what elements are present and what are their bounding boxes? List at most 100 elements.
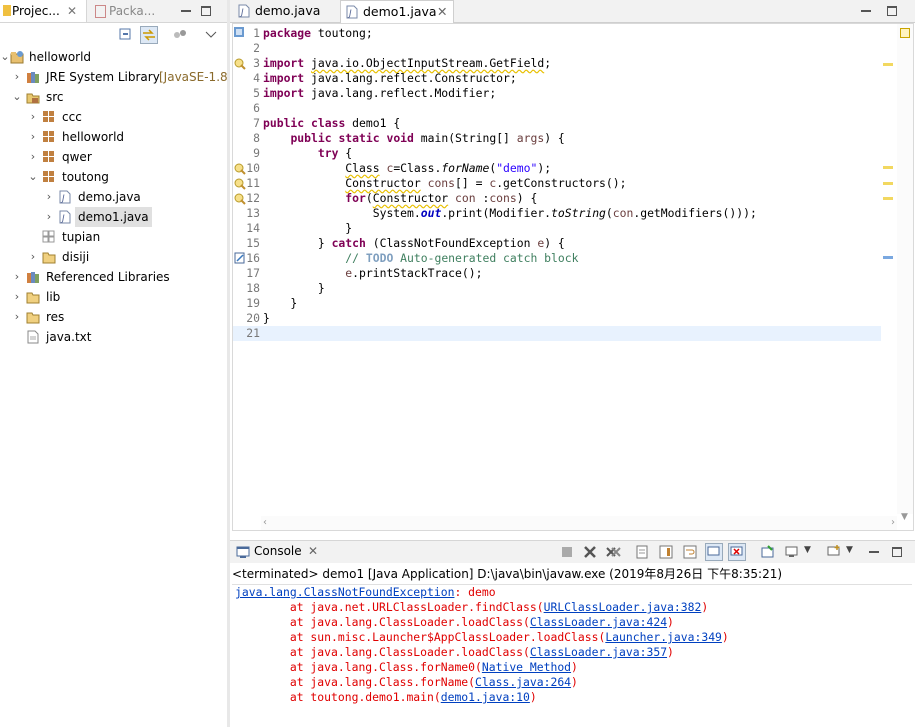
remove-launch-icon[interactable]	[582, 544, 598, 560]
collapse-all-icon[interactable]	[118, 27, 134, 43]
code-line[interactable]: 21	[233, 326, 881, 341]
code-editor[interactable]: 1 package toutong; 2 3 import java.io.Object…	[232, 23, 914, 531]
chevron-right-icon[interactable]: ›	[28, 147, 38, 167]
scroll-lock-icon[interactable]	[658, 544, 674, 560]
tree-item-ccc[interactable]: › ccc	[0, 107, 227, 127]
code-line[interactable]: 15 } catch (ClassNotFoundException e) {	[233, 236, 881, 251]
scroll-down-icon[interactable]: ▼	[901, 512, 908, 522]
tree-item-qwer[interactable]: › qwer	[0, 147, 227, 167]
focus-icon[interactable]	[172, 27, 188, 43]
code-line[interactable]: 5 import java.lang.reflect.Modifier;	[233, 86, 881, 101]
chevron-right-icon[interactable]: ›	[12, 267, 22, 287]
dropdown-arrow-icon[interactable]: ▼	[846, 545, 853, 555]
tab-demo-java[interactable]: J demo.java	[232, 0, 336, 22]
tab-project-explorer[interactable]: Projec... ✕	[0, 0, 87, 22]
stack-trace-link[interactable]: ClassLoader.java:424	[530, 615, 667, 629]
overview-warning-mark[interactable]	[883, 63, 893, 66]
tree-item-helloworld-project[interactable]: ⌄ helloworld	[0, 47, 227, 67]
maximize-icon[interactable]	[887, 6, 897, 16]
close-icon[interactable]: ✕	[437, 1, 447, 23]
console-line[interactable]: at java.lang.Class.forName0(Native Metho…	[235, 660, 578, 675]
tab-package-explorer[interactable]: Packa...	[92, 0, 162, 22]
code-line[interactable]: 12 for(Constructor con :cons) {	[233, 191, 881, 206]
code-line[interactable]: 3 import java.io.ObjectInputStream.GetFie…	[233, 56, 881, 71]
show-console-on-error-icon[interactable]	[728, 543, 746, 561]
scroll-left-icon[interactable]: ‹	[263, 517, 267, 528]
stack-trace-link[interactable]: java.lang.ClassNotFoundException	[235, 585, 454, 599]
tree-item-toutong[interactable]: ⌄ toutong	[0, 167, 227, 187]
tab-demo1-java[interactable]: J demo1.java ✕	[340, 0, 454, 23]
tree-item-res[interactable]: › res	[0, 307, 227, 327]
chevron-right-icon[interactable]: ›	[28, 127, 38, 147]
stack-trace-link[interactable]: ClassLoader.java:357	[530, 645, 667, 659]
minimize-icon[interactable]	[861, 6, 871, 16]
tree-item-disiji[interactable]: › disiji	[0, 247, 227, 267]
tree-item-referenced-libraries[interactable]: › Referenced Libraries	[0, 267, 227, 287]
console-line[interactable]: at java.lang.Class.forName(Class.java:26…	[235, 675, 578, 690]
code-line[interactable]: 14 }	[233, 221, 881, 236]
stack-trace-link[interactable]: demo1.java:10	[441, 690, 530, 704]
code-area[interactable]: 1 package toutong; 2 3 import java.io.Object…	[233, 26, 883, 346]
minimize-icon[interactable]	[869, 547, 879, 557]
overview-warning-mark[interactable]	[883, 166, 893, 169]
tree-item-demo1-java[interactable]: › J demo1.java	[0, 207, 227, 227]
tree-item-tupian[interactable]: tupian	[0, 227, 227, 247]
tree-item-helloworld-package[interactable]: › helloworld	[0, 127, 227, 147]
code-line[interactable]: 16 // TODO Auto-generated catch block	[233, 251, 881, 266]
vertical-scrollbar[interactable]: ▼	[897, 24, 913, 522]
display-console-icon[interactable]	[784, 544, 800, 560]
console-line[interactable]: at sun.misc.Launcher$AppClassLoader.load…	[235, 630, 729, 645]
tree-item-lib[interactable]: › lib	[0, 287, 227, 307]
tree-item-demo-java[interactable]: › J demo.java	[0, 187, 227, 207]
chevron-down-icon[interactable]: ⌄	[12, 87, 22, 107]
dropdown-arrow-icon[interactable]: ▼	[804, 545, 811, 555]
view-menu-icon[interactable]	[203, 27, 219, 43]
pane-divider[interactable]	[227, 0, 230, 727]
console-line[interactable]: at java.lang.ClassLoader.loadClass(Class…	[235, 615, 674, 630]
stack-trace-link[interactable]: Launcher.java:349	[605, 630, 722, 644]
code-line[interactable]: 18 }	[233, 281, 881, 296]
code-line[interactable]: 20}	[233, 311, 881, 326]
console-line[interactable]: java.lang.ClassNotFoundException: demo	[235, 585, 496, 600]
chevron-right-icon[interactable]: ›	[44, 207, 54, 227]
horizontal-scrollbar[interactable]: ‹ ›	[261, 516, 897, 530]
tree-item-src[interactable]: ⌄ src	[0, 87, 227, 107]
chevron-right-icon[interactable]: ›	[12, 287, 22, 307]
code-line[interactable]: 2	[233, 41, 881, 56]
chevron-down-icon[interactable]: ⌄	[28, 167, 38, 187]
maximize-icon[interactable]	[892, 547, 902, 557]
chevron-right-icon[interactable]: ›	[12, 307, 22, 327]
remove-all-terminated-icon[interactable]	[605, 544, 621, 560]
code-line[interactable]: 10 Class c=Class.forName("demo");	[233, 161, 881, 176]
console-line[interactable]: at java.lang.ClassLoader.loadClass(Class…	[235, 645, 674, 660]
pin-console-icon[interactable]	[760, 544, 776, 560]
code-line[interactable]: 7 public class demo1 {	[233, 116, 881, 131]
overview-warning-mark[interactable]	[883, 197, 893, 200]
console-output[interactable]: java.lang.ClassNotFoundException: demo a…	[232, 584, 912, 728]
close-icon[interactable]: ✕	[67, 0, 77, 22]
console-line[interactable]: at java.net.URLClassLoader.findClass(URL…	[235, 600, 708, 615]
code-line[interactable]: 6	[233, 101, 881, 116]
open-console-icon[interactable]	[826, 544, 842, 560]
clear-console-icon[interactable]	[634, 544, 650, 560]
code-line[interactable]: 8 public static void main(String[] args)…	[233, 131, 881, 146]
code-line[interactable]: 17 e.printStackTrace();	[233, 266, 881, 281]
code-line[interactable]: 13 System.out.print(Modifier.toString(co…	[233, 206, 881, 221]
code-line[interactable]: 4 import java.lang.reflect.Constructor;	[233, 71, 881, 86]
console-line[interactable]: at toutong.demo1.main(demo1.java:10)	[235, 690, 537, 705]
code-line[interactable]: 11 Constructor cons[] = c.getConstructor…	[233, 176, 881, 191]
chevron-right-icon[interactable]: ›	[44, 187, 54, 207]
overview-task-mark[interactable]	[883, 256, 893, 259]
tab-console[interactable]: Console	[254, 544, 302, 558]
close-icon[interactable]: ✕	[308, 544, 318, 558]
word-wrap-icon[interactable]	[682, 544, 698, 560]
code-line[interactable]: 19 }	[233, 296, 881, 311]
code-line[interactable]: 1 package toutong;	[233, 26, 881, 41]
code-line[interactable]: 9 try {	[233, 146, 881, 161]
chevron-right-icon[interactable]: ›	[28, 247, 38, 267]
stack-trace-link[interactable]: Class.java:264	[475, 675, 571, 689]
link-with-editor-icon[interactable]	[140, 26, 158, 44]
chevron-down-icon[interactable]: ⌄	[0, 47, 10, 67]
chevron-right-icon[interactable]: ›	[12, 67, 22, 87]
stack-trace-link[interactable]: URLClassLoader.java:382	[544, 600, 702, 614]
